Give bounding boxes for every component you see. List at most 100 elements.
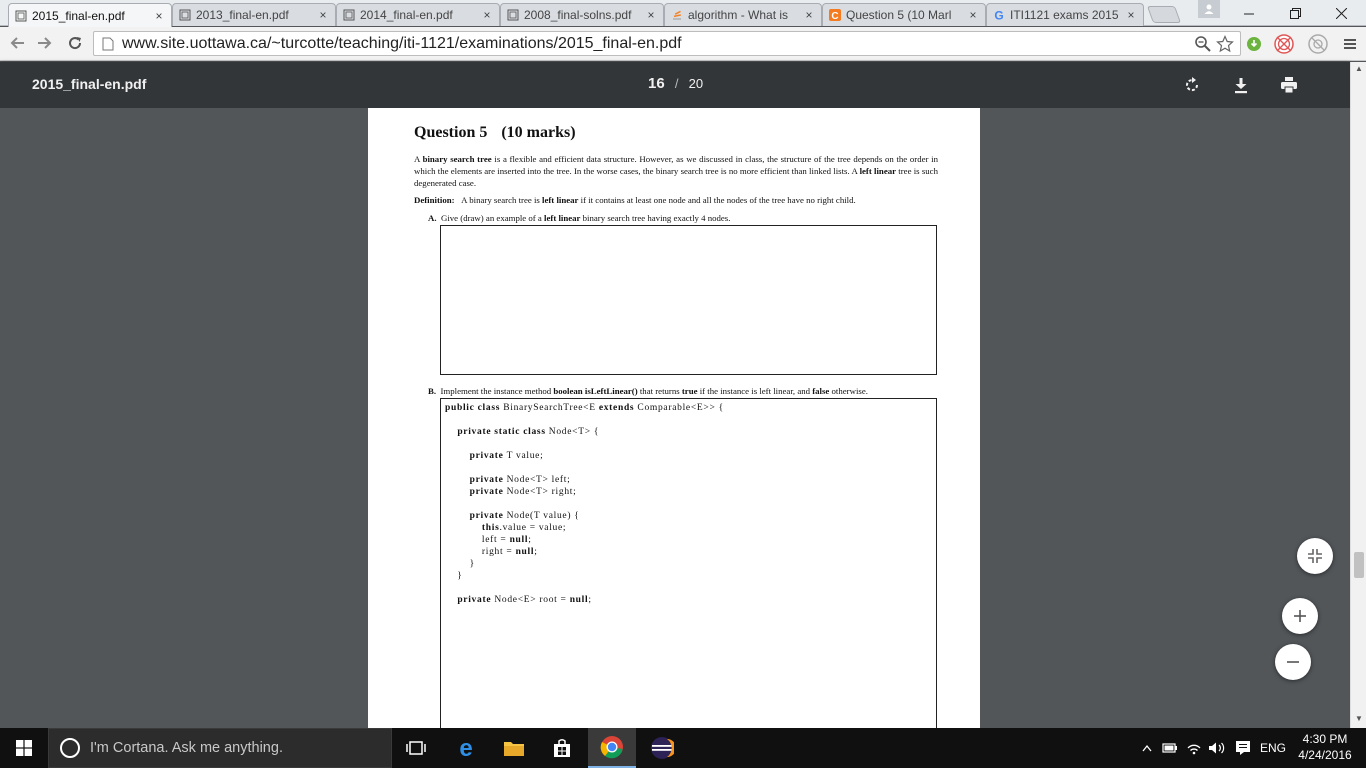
tab-google-search[interactable]: G ITI1121 exams 2015 ×	[986, 3, 1144, 26]
tab-close-icon[interactable]: ×	[803, 8, 815, 22]
wifi-icon[interactable]	[1184, 728, 1204, 768]
zoom-magnifier-icon[interactable]	[1194, 35, 1212, 58]
address-bar[interactable]: www.site.uottawa.ca/~turcotte/teaching/i…	[93, 31, 1241, 56]
tab-2008-final-solns[interactable]: 2008_final-solns.pdf ×	[500, 3, 664, 26]
part-b-answer-box: public class BinarySearchTree<E extends …	[440, 398, 937, 728]
close-window-button[interactable]	[1318, 0, 1364, 26]
bookmark-star-icon[interactable]	[1216, 35, 1234, 58]
part-a-text: binary search tree having exactly 4 node…	[580, 213, 731, 223]
code-text: Node<E> root =	[494, 595, 570, 605]
windows-start-button[interactable]	[0, 728, 48, 768]
file-explorer-icon[interactable]	[490, 728, 538, 768]
tab-close-icon[interactable]: ×	[1125, 8, 1137, 22]
back-arrow-icon[interactable]	[6, 31, 28, 55]
tab-2014-final[interactable]: 2014_final-en.pdf ×	[336, 3, 500, 26]
code-keyword: extends	[598, 403, 638, 413]
cortana-search-box[interactable]: I'm Cortana. Ask me anything.	[48, 728, 392, 768]
chrome-taskbar-icon[interactable]	[588, 728, 636, 768]
zoom-out-button[interactable]	[1275, 644, 1311, 680]
code-line: private Node<T> right;	[445, 486, 724, 498]
intro-bold-term: left linear	[859, 166, 897, 176]
code-keyword: private	[457, 595, 495, 605]
code-keyword: private	[469, 511, 507, 521]
download-icon[interactable]	[1229, 73, 1253, 97]
current-page-input[interactable]: 16	[648, 75, 665, 92]
pattern-extension-icon[interactable]	[1274, 34, 1294, 54]
part-a-bold-term: left linear	[544, 213, 581, 223]
tab-title: ITI1121 exams 2015	[1010, 8, 1119, 22]
print-icon[interactable]	[1277, 73, 1301, 97]
tab-close-icon[interactable]: ×	[153, 9, 165, 23]
code-text: left =	[445, 535, 510, 545]
page-icon	[100, 36, 116, 52]
profile-avatar-icon[interactable]	[1198, 0, 1220, 18]
tab-title: Question 5 (10 Marl	[846, 8, 952, 22]
show-hidden-icons-chevron-icon[interactable]	[1138, 728, 1156, 768]
pdf-file-icon	[179, 9, 191, 21]
tab-close-icon[interactable]: ×	[481, 8, 493, 22]
volume-icon[interactable]	[1206, 728, 1228, 768]
code-listing: public class BinarySearchTree<E extends …	[445, 402, 724, 606]
code-text: Node<T> left;	[506, 475, 571, 485]
scroll-down-arrow-icon[interactable]: ▼	[1354, 714, 1364, 723]
new-tab-button[interactable]	[1146, 6, 1182, 23]
part-b-bold-term: boolean isLeftLinear()	[553, 386, 638, 396]
pdf-file-icon	[15, 10, 27, 22]
tab-algorithm[interactable]: algorithm - What is ×	[664, 3, 822, 26]
scroll-up-arrow-icon[interactable]: ▲	[1354, 64, 1364, 73]
part-b-instruction: B. Implement the instance method boolean…	[428, 385, 948, 397]
code-text: ;	[528, 535, 532, 545]
code-text: Node<T> {	[548, 427, 600, 437]
pdf-file-icon	[507, 9, 519, 21]
code-keyword: private static class	[457, 427, 549, 437]
minimize-button[interactable]	[1226, 0, 1272, 26]
system-clock[interactable]: 4:30 PM 4/24/2016	[1290, 731, 1360, 763]
part-b-text: otherwise.	[829, 386, 868, 396]
action-center-icon[interactable]	[1232, 728, 1254, 768]
task-view-icon[interactable]	[392, 728, 440, 768]
definition-text: A binary search tree is	[461, 195, 543, 205]
reload-icon[interactable]	[64, 31, 86, 55]
edge-browser-icon[interactable]: e	[442, 728, 490, 768]
download-extension-icon[interactable]	[1244, 34, 1264, 54]
blocked-extension-icon[interactable]	[1308, 34, 1328, 54]
battery-icon[interactable]	[1160, 728, 1180, 768]
tab-title: 2013_final-en.pdf	[196, 8, 289, 22]
code-keyword: null	[515, 547, 535, 557]
forward-arrow-icon[interactable]	[34, 31, 56, 55]
tab-question-5[interactable]: C Question 5 (10 Marl ×	[822, 3, 986, 26]
tab-2013-final[interactable]: 2013_final-en.pdf ×	[172, 3, 336, 26]
store-icon[interactable]	[538, 728, 586, 768]
input-language[interactable]: ENG	[1256, 728, 1290, 768]
code-text: .value = value;	[499, 523, 567, 533]
scrollbar-thumb[interactable]	[1354, 552, 1364, 578]
tab-strip: 2015_final-en.pdf × 2013_final-en.pdf × …	[0, 0, 1366, 27]
intro-text: A	[414, 154, 423, 164]
chrome-menu-icon[interactable]	[1340, 34, 1360, 54]
vertical-scrollbar[interactable]: ▲ ▼	[1350, 62, 1366, 728]
question-title: Question 5 (10 marks)	[414, 124, 576, 142]
restore-button[interactable]	[1272, 0, 1318, 26]
definition-paragraph: Definition: A binary search tree is left…	[414, 194, 934, 206]
eclipse-icon[interactable]	[638, 728, 686, 768]
code-text: ;	[588, 595, 592, 605]
tab-close-icon[interactable]: ×	[317, 8, 329, 22]
zoom-in-button[interactable]	[1282, 598, 1318, 634]
tab-2015-final[interactable]: 2015_final-en.pdf ×	[8, 3, 172, 27]
part-a-answer-box	[440, 225, 937, 375]
part-a-text: Give (draw) an example of a	[440, 213, 545, 223]
stackoverflow-icon	[671, 9, 683, 21]
pdf-document-area[interactable]: Question 5 (10 marks) A binary search tre…	[0, 108, 1350, 728]
question-number: Question 5	[414, 124, 488, 141]
fit-to-page-button[interactable]	[1297, 538, 1333, 574]
definition-bold-term: left linear	[542, 195, 579, 205]
part-b-bold-term: false	[812, 386, 830, 396]
code-line: }	[445, 570, 724, 582]
rotate-icon[interactable]	[1180, 73, 1204, 97]
tab-close-icon[interactable]: ×	[645, 8, 657, 22]
tab-close-icon[interactable]: ×	[967, 8, 979, 22]
code-text: }	[445, 571, 463, 581]
